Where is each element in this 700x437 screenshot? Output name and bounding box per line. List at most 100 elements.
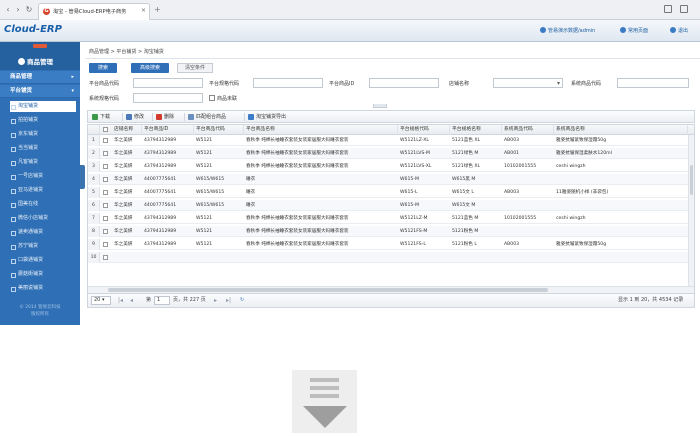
toolbar-divider [244,113,245,121]
sku-code-input[interactable] [133,93,203,103]
download-button[interactable]: 下载 [92,112,110,122]
sidebar-collapse-handle[interactable] [33,44,47,48]
table-row[interactable]: 3 华之美妍 43794312989 W5121 春秋季 纯棉长袖睡衣套装女装家居服大码… [88,161,694,172]
shop-name-label: 店铺名称 [449,81,470,87]
sidebar-item[interactable]: 微信小店铺货 [10,213,76,224]
column-header[interactable]: 平台商品ID [142,125,194,135]
close-tab-icon[interactable]: × [141,7,146,14]
row-checkbox[interactable] [103,138,108,143]
sidebar-item[interactable]: 美丽说铺货 [10,283,76,294]
table-row[interactable]: 5 华之美妍 44007775641 W615/W615 睡衣 W615-L W615文 L… [88,187,694,198]
sidebar-group-goods[interactable]: 商品管理 ▸ [0,71,80,84]
sidebar-item[interactable]: 淘宝铺货 [10,101,76,112]
restore-window-icon[interactable] [664,5,672,13]
platform-sku-code-input[interactable] [253,78,323,88]
table-row[interactable]: 10 [88,252,694,263]
row-checkbox[interactable] [103,177,108,182]
page-size-select[interactable]: 20 ▾ [91,296,111,305]
sidebar-item[interactable]: 速卖通铺货 [10,227,76,238]
logout-link[interactable]: 退出 [670,27,688,34]
sidebar-item[interactable]: 亚马逊铺货 [10,185,76,196]
column-header[interactable]: 平台规格代码 [398,125,450,135]
row-number: 3 [88,161,100,172]
table-cell: AB003 [504,190,520,195]
scrollbar-thumb[interactable] [108,288,548,292]
reload-icon[interactable]: ↻ [24,5,34,15]
window-menu-icon[interactable] [680,5,688,13]
forward-icon[interactable]: › [13,5,23,15]
sidebar-group-platform[interactable]: 平台铺货 ▾ [0,85,80,98]
page-number-input[interactable]: 1 [154,296,170,305]
table-row[interactable]: 9 华之美妍 43794312989 W5121 春秋季 纯棉长袖睡衣套装女装家居服大码… [88,239,694,250]
shop-name-select[interactable] [493,78,563,88]
row-checkbox[interactable] [103,216,108,221]
sidebar-item[interactable]: 拍拍铺货 [10,115,76,126]
table-row[interactable]: 1 华之美妍 43794312989 W5121 春秋季 纯棉长袖睡衣套装女装家居服大码… [88,135,694,146]
column-header[interactable]: 平台商品名称 [244,125,398,135]
unlinked-checkbox[interactable] [209,95,215,101]
scrollbar-thumb[interactable] [690,165,693,195]
prev-page-icon[interactable]: ◂ [130,296,133,305]
table-row[interactable]: 6 华之美妍 44007775641 W615/W615 睡衣 W615-M W615文 M [88,200,694,211]
system-code-input[interactable] [617,78,689,88]
table-row[interactable]: 7 华之美妍 43794312989 W5121 春秋季 纯棉长袖睡衣套装女装家居服大码… [88,213,694,224]
clear-conditions-button[interactable]: 清空条件 [177,63,213,73]
delete-button[interactable]: 删除 [156,112,174,122]
table-cell: 春秋季 纯棉长袖睡衣套装女装家居服大码睡衣套装 [246,229,349,234]
next-page-icon[interactable]: ▸ [214,296,217,305]
first-page-icon[interactable]: |◂ [118,296,123,305]
search-button[interactable]: 搜索 [89,63,117,73]
sidebar-item[interactable]: 蘑菇街铺货 [10,269,76,280]
export-icon [248,114,254,120]
sidebar-item[interactable]: 凡客铺货 [10,157,76,168]
row-number: 1 [88,135,100,146]
row-number: 8 [88,226,100,237]
table-row[interactable]: 2 华之美妍 43794312989 W5121 春秋季 纯棉长袖睡衣套装女装家居服大码… [88,148,694,159]
match-combo-button[interactable]: 匹配组合商品 [188,112,226,122]
back-icon[interactable]: ‹ [3,5,13,15]
table-row[interactable]: 4 华之美妍 44007775641 W615/W615 睡衣 W615-M W615黑 M [88,174,694,185]
sidebar-item[interactable]: 京东铺货 [10,129,76,140]
platform-code-input[interactable] [133,78,203,88]
sidebar-item[interactable]: 一号店铺货 [10,171,76,182]
main-panel: 商品管理 > 平台铺货 > 淘宝铺货 搜索 高级搜索 清空条件 平台商品代码 平… [85,42,700,325]
advanced-search-button[interactable]: 高级搜索 [131,63,169,73]
table-cell: W5121LZ-M [400,216,428,221]
new-tab-icon[interactable]: + [154,5,161,14]
last-page-icon[interactable]: ▸| [226,296,231,305]
row-checkbox[interactable] [103,164,108,169]
sidebar-item[interactable]: 口袋通铺货 [10,255,76,266]
row-checkbox[interactable] [103,242,108,247]
row-checkbox[interactable] [103,190,108,195]
refresh-icon[interactable]: ↻ [240,296,244,305]
table-row[interactable]: 8 华之美妍 43794312989 W5121 春秋季 纯棉长袖睡衣套装女装家居服大码… [88,226,694,237]
table-cell: W5121 [196,164,213,169]
column-header[interactable]: 系统商品代码 [502,125,554,135]
module-icon [18,58,25,65]
browser-tab[interactable]: G 淘宝 - 管易Cloud-ERP电子商务 × [38,3,150,20]
common-pages-link[interactable]: 常用页面 [620,27,648,34]
collapse-search-handle[interactable] [373,104,387,108]
table-cell: 春秋季 纯棉长袖睡衣套装女装家居服大码睡衣套装 [246,242,349,247]
column-header[interactable]: 平台规格名称 [450,125,502,135]
column-header[interactable]: 系统商品名称 [554,125,688,135]
column-header[interactable]: 平台商品代码 [194,125,244,135]
table-cell: W5121FS-M [400,229,428,234]
horizontal-scrollbar[interactable] [88,286,694,293]
vertical-scrollbar[interactable] [688,135,694,287]
select-all-checkbox[interactable] [103,127,108,132]
export-button[interactable]: 淘宝铺货导出 [248,112,286,122]
table-cell [554,200,688,211]
edit-button[interactable]: 修改 [126,112,144,122]
row-checkbox[interactable] [103,203,108,208]
row-checkbox[interactable] [103,255,108,260]
current-user-link[interactable]: 管易演示数据/admin [540,27,595,34]
sidebar-item[interactable]: 苏宁铺货 [10,241,76,252]
table-cell: AB003 [504,242,520,247]
row-checkbox[interactable] [103,151,108,156]
row-checkbox[interactable] [103,229,108,234]
sidebar-item[interactable]: 国美在线 [10,199,76,210]
sidebar-item[interactable]: 当当铺货 [10,143,76,154]
column-header[interactable]: 店铺名称 [112,125,142,135]
platform-id-input[interactable] [369,78,439,88]
